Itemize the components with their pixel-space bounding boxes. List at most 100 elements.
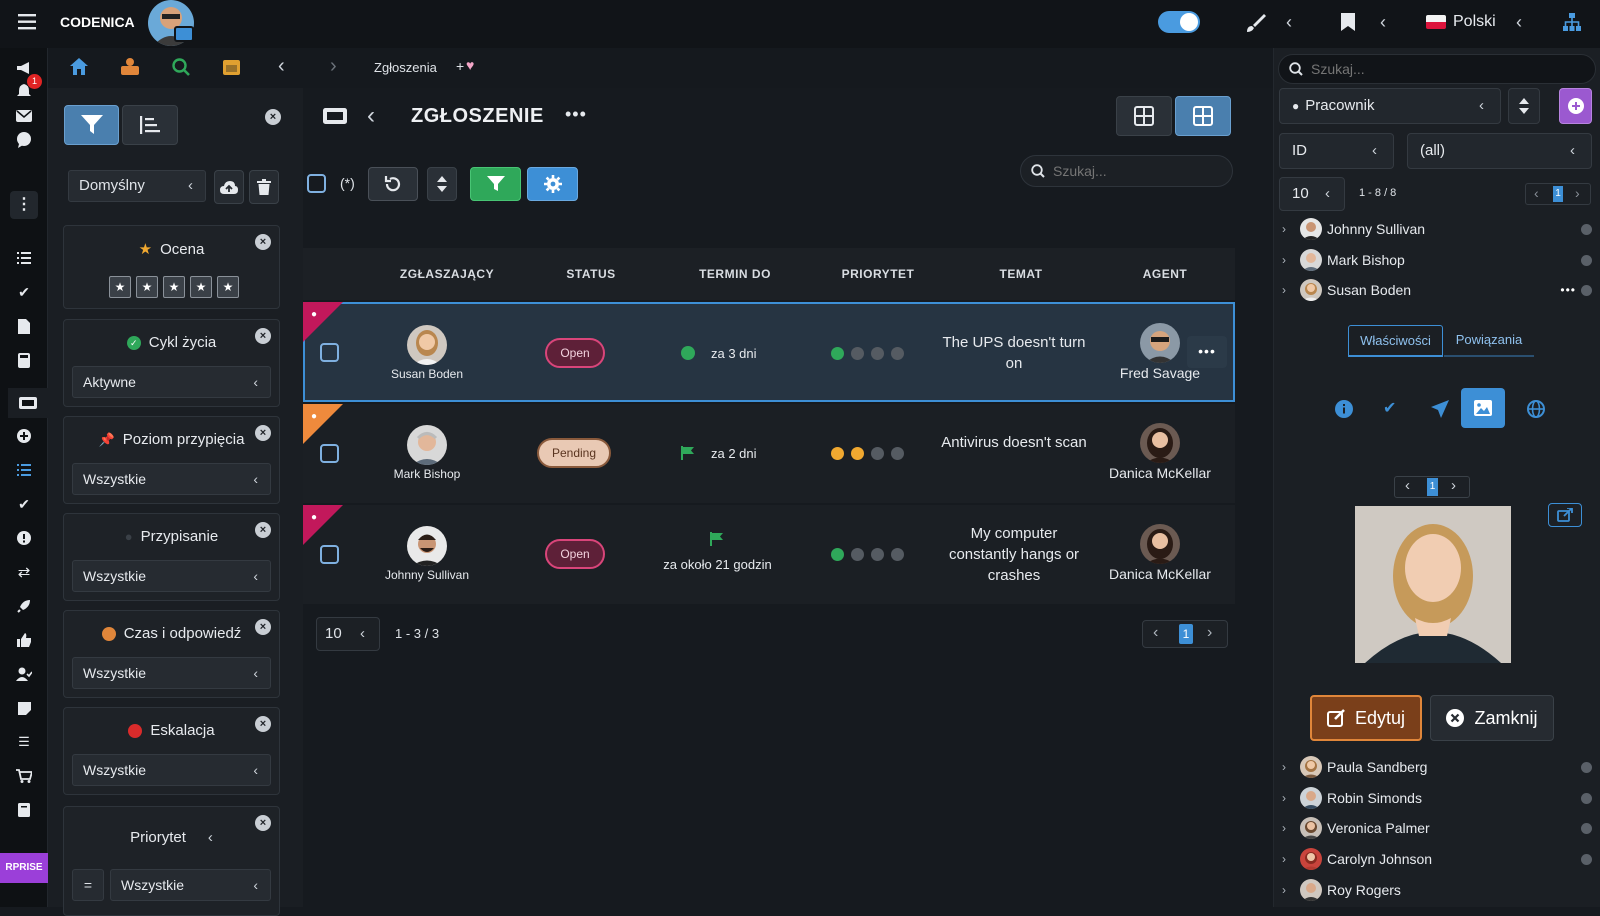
mail-icon[interactable] xyxy=(14,106,34,126)
document-icon[interactable] xyxy=(14,316,34,336)
more-options-icon[interactable]: ••• xyxy=(565,104,587,125)
row-checkbox[interactable] xyxy=(320,444,339,463)
side-search-input[interactable] xyxy=(1311,59,1581,79)
more-vertical-button[interactable]: ⋮ xyxy=(10,191,38,219)
close-icon[interactable]: × xyxy=(255,522,271,538)
sort-toggle-button[interactable] xyxy=(1508,88,1540,124)
note-icon[interactable] xyxy=(14,698,34,718)
calendar-icon[interactable] xyxy=(223,58,240,75)
prev-photo-button[interactable]: ‹ xyxy=(1405,477,1410,494)
grid-view-button[interactable] xyxy=(1116,96,1172,136)
chevron-right-icon[interactable]: › xyxy=(1282,845,1286,873)
table-search[interactable] xyxy=(1020,155,1233,187)
filter-preset-select[interactable]: Domyślny ‹ xyxy=(68,170,206,202)
column-header-priority[interactable]: PRIORYTET xyxy=(818,250,938,298)
plus-circle-icon[interactable] xyxy=(14,426,34,446)
add-favorite-button[interactable]: + xyxy=(456,58,464,74)
column-header-status[interactable]: STATUS xyxy=(531,250,651,298)
close-icon[interactable]: × xyxy=(255,815,271,831)
field-value-select[interactable]: (all) ‹ xyxy=(1407,133,1592,169)
exclamation-icon[interactable] xyxy=(14,528,34,548)
side-search[interactable] xyxy=(1278,54,1596,84)
time-response-select[interactable]: Wszystkie ‹ xyxy=(72,657,271,689)
list-item[interactable]: › Veronica Palmer xyxy=(1282,814,1592,842)
brush-icon[interactable] xyxy=(1244,12,1266,34)
select-all-checkbox[interactable] xyxy=(307,174,326,193)
heart-icon[interactable]: ♥ xyxy=(466,57,474,73)
globe-icon[interactable] xyxy=(1527,400,1545,418)
star-button[interactable]: ★ xyxy=(217,276,239,298)
agent-name[interactable]: Danica McKellar xyxy=(1100,465,1220,481)
list-item[interactable]: › Robin Simonds xyxy=(1282,784,1592,812)
image-tab-button[interactable] xyxy=(1461,388,1505,428)
chevron-right-icon[interactable]: › xyxy=(1282,784,1286,812)
current-page-button[interactable]: 1 xyxy=(1179,624,1193,644)
priority-select[interactable]: Wszystkie ‹ xyxy=(110,869,271,901)
tab-relations[interactable]: Powiązania xyxy=(1444,325,1534,357)
close-icon[interactable]: × xyxy=(255,234,271,250)
prev-page-button[interactable]: ‹ xyxy=(1153,624,1158,642)
double-check-icon[interactable]: ✔ xyxy=(14,494,34,514)
page-size-select[interactable]: 10 ‹ xyxy=(316,617,380,651)
close-icon[interactable]: × xyxy=(255,716,271,732)
more-options-icon[interactable]: ••• xyxy=(1560,276,1576,304)
briefcase-user-icon[interactable] xyxy=(121,58,139,75)
ticket-subject[interactable]: My computer constantly hangs or crashes xyxy=(939,523,1089,586)
list-icon[interactable] xyxy=(14,248,34,268)
table-row[interactable]: ● Johnny Sullivan Open za około 21 godzi… xyxy=(303,505,1235,604)
list-blue-icon[interactable] xyxy=(14,460,34,480)
list-item[interactable]: › Susan Boden ••• xyxy=(1282,276,1592,304)
current-page-button[interactable]: 1 xyxy=(1553,186,1563,202)
thumbs-up-icon[interactable] xyxy=(14,630,34,650)
row-checkbox[interactable] xyxy=(320,343,339,362)
edit-button[interactable]: Edytuj xyxy=(1310,695,1422,741)
reporter-name[interactable]: Johnny Sullivan xyxy=(367,568,487,582)
close-icon[interactable]: × xyxy=(255,328,271,344)
chevron-right-icon[interactable]: › xyxy=(1282,814,1286,842)
chevron-right-icon[interactable]: › xyxy=(1282,246,1286,274)
star-button[interactable]: ★ xyxy=(109,276,131,298)
chevron-right-icon[interactable]: › xyxy=(1282,876,1286,904)
table-row[interactable]: ● Susan Boden Open za 3 dni The UPS does… xyxy=(303,302,1235,402)
cloud-upload-button[interactable] xyxy=(214,170,244,204)
chevron-left-icon[interactable]: ‹ xyxy=(1286,12,1292,33)
ticket-subject[interactable]: The UPS doesn't turn on xyxy=(939,332,1089,374)
double-check-icon[interactable]: ✔ xyxy=(1383,398,1396,418)
list-item[interactable]: › Roy Rogers xyxy=(1282,876,1592,904)
book-icon[interactable] xyxy=(14,800,34,820)
chevron-right-icon[interactable]: › xyxy=(1282,215,1286,243)
double-check-icon[interactable]: ✔ xyxy=(14,282,34,302)
refresh-button[interactable] xyxy=(368,167,418,201)
star-button[interactable]: ★ xyxy=(163,276,185,298)
back-chevron-icon[interactable]: ‹ xyxy=(367,102,375,130)
pin-level-select[interactable]: Wszystkie ‹ xyxy=(72,463,271,495)
row-checkbox[interactable] xyxy=(320,545,339,564)
add-button[interactable] xyxy=(1559,88,1592,124)
field-select[interactable]: ID ‹ xyxy=(1279,133,1394,169)
table-search-input[interactable] xyxy=(1053,161,1223,181)
prev-page-button[interactable]: ‹ xyxy=(1534,185,1539,201)
escalation-select[interactable]: Wszystkie ‹ xyxy=(72,754,271,786)
transfer-icon[interactable]: ⇄ xyxy=(14,562,34,582)
rocket-icon[interactable] xyxy=(14,596,34,616)
menu-icon[interactable] xyxy=(18,13,38,31)
theme-toggle[interactable] xyxy=(1158,11,1200,33)
calculator-icon[interactable] xyxy=(14,350,34,370)
filter-tab-button[interactable] xyxy=(64,105,119,145)
close-icon[interactable]: × xyxy=(255,619,271,635)
sort-toggle-button[interactable] xyxy=(427,167,457,201)
chevron-left-icon[interactable]: ‹ xyxy=(208,829,213,846)
search-icon[interactable] xyxy=(172,58,190,76)
breadcrumb-current[interactable]: Zgłoszenia xyxy=(374,60,437,75)
tab-properties[interactable]: Właściwości xyxy=(1348,325,1443,357)
agent-name[interactable]: Danica McKellar xyxy=(1100,566,1220,582)
reporter-name[interactable]: Mark Bishop xyxy=(367,467,487,481)
sort-tab-button[interactable] xyxy=(122,105,178,145)
close-button[interactable]: Zamknij xyxy=(1430,695,1554,741)
table-row[interactable]: ● Mark Bishop Pending za 2 dni Antivirus… xyxy=(303,404,1235,503)
send-icon[interactable] xyxy=(1431,400,1449,418)
settings-button[interactable] xyxy=(527,167,578,201)
row-actions-button[interactable]: ••• xyxy=(1187,336,1227,368)
chevron-right-icon[interactable]: › xyxy=(1282,276,1286,304)
ticket-subject[interactable]: Antivirus doesn't scan xyxy=(939,432,1089,453)
